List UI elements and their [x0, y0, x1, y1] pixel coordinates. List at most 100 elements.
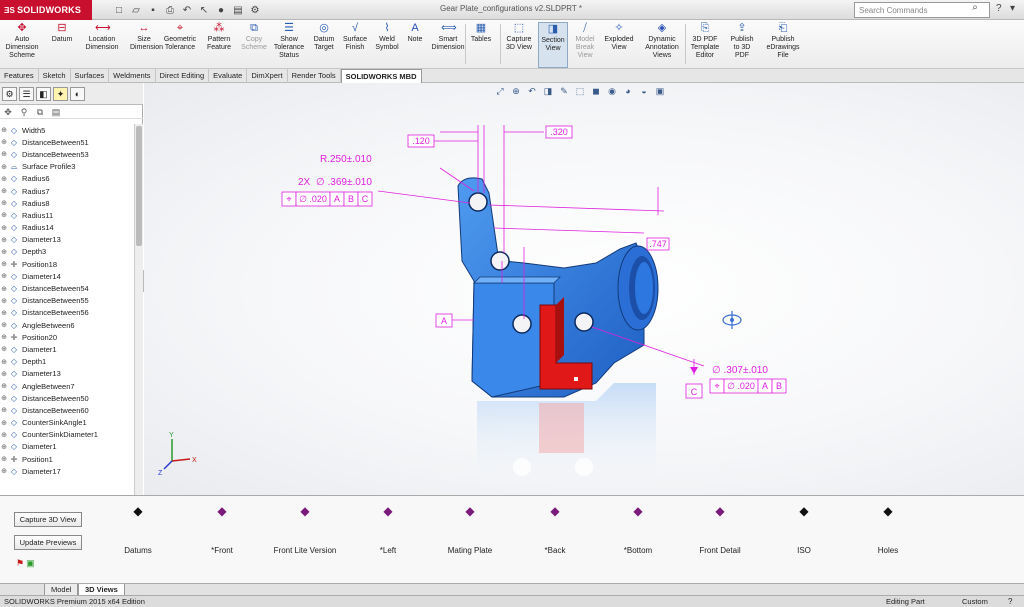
note-button[interactable]: A Note: [404, 22, 426, 68]
expand-icon[interactable]: ⊕: [0, 431, 8, 439]
expand-icon[interactable]: ⊕: [0, 345, 8, 353]
expand-icon[interactable]: ⊕: [0, 211, 8, 219]
view-label[interactable]: ISO: [764, 546, 844, 555]
show-tolerance-button[interactable]: ☰ Show Tolerance Status: [271, 22, 307, 68]
help-icon[interactable]: ?: [996, 3, 1002, 14]
tree-item[interactable]: ⊕ ◇ Radius6: [0, 173, 134, 185]
tree-item[interactable]: ⊕ ◇ Radius8: [0, 197, 134, 209]
view-label[interactable]: Holes: [848, 546, 928, 555]
tree-item[interactable]: ⊕ ◇ Diameter13: [0, 234, 134, 246]
expand-icon[interactable]: ⊕: [0, 126, 8, 134]
pdf-template-button[interactable]: ⎘ 3D PDF Template Editor: [688, 22, 722, 68]
scrollbar-thumb[interactable]: [136, 126, 142, 246]
tol-check-icon[interactable]: ▤: [50, 106, 62, 118]
view-label[interactable]: Front Lite Version: [265, 546, 345, 555]
datum-a-symbol[interactable]: A: [435, 313, 453, 328]
expand-icon[interactable]: ⊕: [0, 455, 8, 463]
tree-item[interactable]: ⊕ ⌓ Surface Profile3: [0, 161, 134, 173]
expand-icon[interactable]: ⊕: [0, 138, 8, 146]
exploded-view-button[interactable]: ✧ Exploded View: [600, 22, 638, 68]
reference-triad-icon[interactable]: [722, 311, 742, 329]
weld-symbol-button[interactable]: ⌇ Weld Symbol: [372, 22, 402, 68]
search-icon[interactable]: ⌕: [968, 2, 982, 16]
expand-icon[interactable]: ⊕: [0, 443, 8, 451]
copy-scheme-icon[interactable]: ⧉: [34, 106, 46, 118]
tree-item[interactable]: ⊕ ◇ Diameter17: [0, 465, 134, 477]
expand-icon[interactable]: ⊕: [0, 406, 8, 414]
tree-item[interactable]: ⊕ ◇ CounterSinkDiameter1: [0, 429, 134, 441]
feature-control-frame-upper[interactable]: ⌖ ∅ .020 A B C: [281, 191, 373, 207]
expand-icon[interactable]: ⊕: [0, 358, 8, 366]
radius-dimension[interactable]: R.250±.010: [320, 154, 372, 165]
tree-item[interactable]: ⊕ ◇ Diameter1: [0, 441, 134, 453]
capture-3d-view-button[interactable]: Capture 3D View: [14, 512, 82, 527]
auto-dimension-button[interactable]: ✥ Auto Dimension Scheme: [2, 22, 42, 68]
smart-dimension-button[interactable]: ⟺ Smart Dimension: [430, 22, 466, 68]
tab-dimxpert[interactable]: DimXpert: [247, 69, 288, 83]
show-tolerance-status-icon[interactable]: ⚲: [18, 106, 30, 118]
expand-icon[interactable]: ⊕: [0, 175, 8, 183]
expand-icon[interactable]: ⊕: [0, 370, 8, 378]
tab-sketch[interactable]: Sketch: [39, 69, 71, 83]
options-icon[interactable]: ⚙: [248, 3, 262, 17]
tree-item[interactable]: ⊕ ◇ Width5: [0, 124, 134, 136]
expand-icon[interactable]: ⊕: [0, 333, 8, 341]
expand-icon[interactable]: ⊕: [0, 285, 8, 293]
expand-icon[interactable]: ⊕: [0, 467, 8, 475]
expand-icon[interactable]: ⊕: [0, 419, 8, 427]
view-thumbnail[interactable]: ◆: [784, 504, 824, 522]
status-units[interactable]: Custom: [962, 596, 988, 607]
expand-icon[interactable]: ⊕: [0, 321, 8, 329]
section-view-button[interactable]: ◨ Section View: [538, 22, 568, 68]
graphics-viewport[interactable]: ⤢ ⊕ ↶ ◨ ✎ ⬚ ◼ ◉ ◕ ◒ ▣ .120 .320 R.250±.0…: [144, 83, 1024, 495]
tab-direct-editing[interactable]: Direct Editing: [156, 69, 210, 83]
hole-diameter-dimension[interactable]: ∅ .369±.010: [316, 177, 372, 188]
feature-control-frame-lower[interactable]: ⌖ ∅ .020 A B: [709, 378, 787, 394]
view-thumbnail[interactable]: ◆: [450, 504, 490, 522]
view-label[interactable]: Mating Plate: [430, 546, 510, 555]
undo-icon[interactable]: ↶: [180, 3, 194, 17]
view-label[interactable]: *Bottom: [598, 546, 678, 555]
expand-icon[interactable]: ⊕: [0, 382, 8, 390]
hole-upper[interactable]: [468, 192, 488, 212]
hole-lower-right[interactable]: [574, 312, 594, 332]
hole-lower-left[interactable]: [512, 314, 532, 334]
view-thumbnail[interactable]: ◆: [868, 504, 908, 522]
rebuild-icon[interactable]: ●: [214, 3, 228, 17]
view-label[interactable]: *Front: [182, 546, 262, 555]
tree-item[interactable]: ⊕ ◇ DistanceBetween54: [0, 282, 134, 294]
display-manager-tab-icon[interactable]: ◐: [70, 87, 85, 101]
expand-icon[interactable]: ⊕: [0, 236, 8, 244]
tree-item[interactable]: ⊕ ◇ Radius11: [0, 209, 134, 221]
view-thumbnail[interactable]: ◆: [118, 504, 158, 522]
expand-icon[interactable]: ⊕: [0, 394, 8, 402]
tables-button[interactable]: ▦ Tables: [467, 22, 495, 68]
expand-icon[interactable]: ⊕: [0, 150, 8, 158]
tab-weldments[interactable]: Weldments: [109, 69, 156, 83]
datum-button[interactable]: ⊟ Datum: [48, 22, 76, 68]
tree-item[interactable]: ⊕ ◇ AngleBetween7: [0, 380, 134, 392]
view-thumbnail[interactable]: ◆: [368, 504, 408, 522]
dimension-120[interactable]: .120: [407, 134, 435, 148]
tab-solidworks-mbd[interactable]: SOLIDWORKS MBD: [340, 69, 422, 83]
tree-item[interactable]: ⊕ ◇ DistanceBetween55: [0, 295, 134, 307]
open-icon[interactable]: ▱: [129, 3, 143, 17]
capture-3d-view-button[interactable]: ⬚ Capture 3D View: [502, 22, 536, 68]
tree-item[interactable]: ⊕ ◇ Depth3: [0, 246, 134, 258]
copy-scheme-button[interactable]: ⧉ Copy Scheme: [238, 22, 270, 68]
solidworks-logo[interactable]: ƎS SOLIDWORKS: [0, 0, 92, 20]
gear-plate-part[interactable]: [457, 177, 659, 398]
view-label[interactable]: *Left: [348, 546, 428, 555]
tree-item[interactable]: ⊕ ✛ Position1: [0, 453, 134, 465]
tree-item[interactable]: ⊕ ◇ Radius7: [0, 185, 134, 197]
publish-edrawings-button[interactable]: ⎗ Publish eDrawings File: [762, 22, 804, 68]
expand-icon[interactable]: ⊕: [0, 272, 8, 280]
tree-item[interactable]: ⊕ ◇ DistanceBetween56: [0, 307, 134, 319]
tree-item[interactable]: ⊕ ✛ Position20: [0, 331, 134, 343]
tree-item[interactable]: ⊕ ◇ DistanceBetween50: [0, 392, 134, 404]
select-icon[interactable]: ↖: [197, 3, 211, 17]
location-dimension-button[interactable]: ⟷ Location Dimension: [78, 22, 126, 68]
status-help-icon[interactable]: ?: [1008, 596, 1012, 607]
tree-item[interactable]: ⊕ ◇ Depth1: [0, 356, 134, 368]
view-thumbnail[interactable]: ◆: [535, 504, 575, 522]
